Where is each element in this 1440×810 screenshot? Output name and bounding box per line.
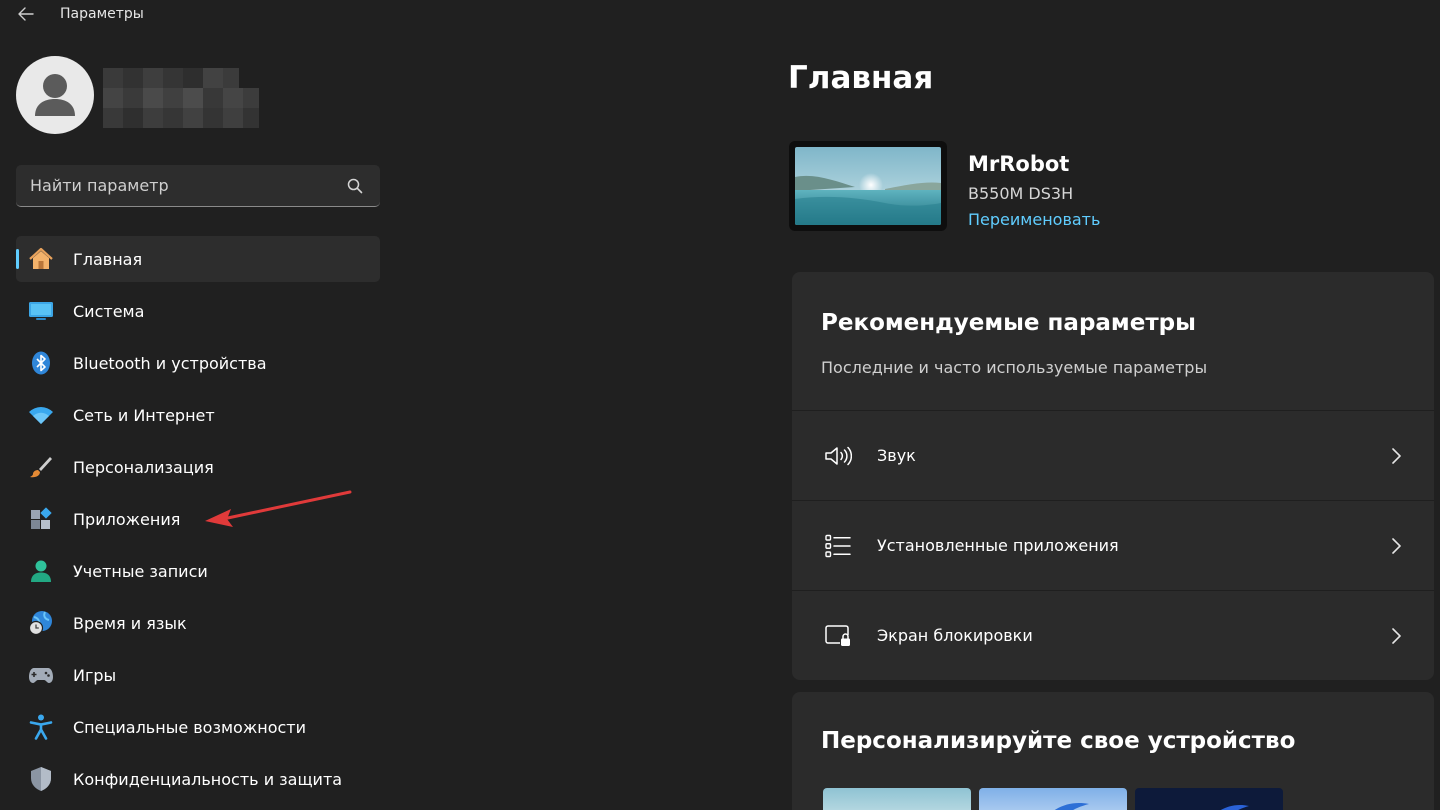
recommended-row-lock-screen[interactable]: Экран блокировки bbox=[792, 590, 1434, 680]
chevron-right-icon bbox=[1392, 538, 1401, 554]
arrow-left-icon bbox=[18, 7, 34, 21]
sidebar-item-time-language[interactable]: Время и язык bbox=[16, 600, 380, 646]
sidebar-item-accounts[interactable]: Учетные записи bbox=[16, 548, 380, 594]
rename-link[interactable]: Переименовать bbox=[968, 210, 1100, 229]
user-avatar-icon bbox=[35, 74, 75, 116]
sidebar-item-label: Персонализация bbox=[73, 457, 214, 477]
apps-icon bbox=[28, 507, 54, 531]
recommended-row-installed-apps[interactable]: Установленные приложения bbox=[792, 500, 1434, 590]
row-label: Установленные приложения bbox=[877, 536, 1119, 555]
sidebar-item-label: Сеть и Интернет bbox=[73, 405, 215, 425]
app-title: Параметры bbox=[60, 6, 144, 22]
sidebar-item-label: Система bbox=[73, 301, 145, 321]
gamepad-icon bbox=[28, 663, 54, 687]
sidebar-item-privacy[interactable]: Конфиденциальность и защита bbox=[16, 756, 380, 802]
personalize-card: Персонализируйте свое устройство bbox=[792, 692, 1434, 810]
theme-thumbnail[interactable] bbox=[1135, 788, 1283, 810]
lock-screen-icon bbox=[824, 623, 852, 649]
recommended-settings-card: Рекомендуемые параметры Последние и част… bbox=[792, 272, 1434, 680]
row-label: Звук bbox=[877, 446, 916, 465]
sidebar-item-label: Bluetooth и устройства bbox=[73, 353, 267, 373]
sidebar-item-label: Игры bbox=[73, 665, 117, 685]
device-thumbnail bbox=[789, 141, 947, 231]
sidebar-item-bluetooth[interactable]: Bluetooth и устройства bbox=[16, 340, 380, 386]
bloom-wallpaper-dark bbox=[1221, 805, 1249, 810]
wallpaper-preview bbox=[795, 147, 941, 225]
settings-window: Параметры Найти параметр Главная Система… bbox=[0, 0, 1440, 810]
avatar[interactable] bbox=[16, 56, 94, 134]
sidebar-item-label: Время и язык bbox=[73, 613, 187, 633]
search-box bbox=[16, 165, 380, 207]
search-icon[interactable] bbox=[346, 177, 364, 195]
card-title: Рекомендуемые параметры bbox=[821, 310, 1196, 336]
back-button[interactable] bbox=[12, 2, 40, 26]
account-icon bbox=[28, 559, 54, 583]
sidebar-item-network[interactable]: Сеть и Интернет bbox=[16, 392, 380, 438]
speaker-icon bbox=[824, 443, 852, 469]
title-bar: Параметры bbox=[0, 0, 1440, 30]
page-title: Главная bbox=[788, 60, 934, 96]
card-title: Персонализируйте свое устройство bbox=[821, 728, 1296, 754]
theme-thumbnail[interactable] bbox=[979, 788, 1127, 810]
chevron-right-icon bbox=[1392, 448, 1401, 464]
wifi-icon bbox=[28, 403, 54, 427]
sidebar-item-gaming[interactable]: Игры bbox=[16, 652, 380, 698]
sidebar-item-system[interactable]: Система bbox=[16, 288, 380, 334]
bloom-wallpaper bbox=[1055, 803, 1089, 810]
search-input[interactable] bbox=[16, 165, 336, 205]
sidebar-item-personalization[interactable]: Персонализация bbox=[16, 444, 380, 490]
annotation-arrow bbox=[205, 490, 352, 527]
sidebar-item-label: Специальные возможности bbox=[73, 717, 307, 737]
recommended-row-sound[interactable]: Звук bbox=[792, 410, 1434, 500]
home-icon bbox=[28, 247, 54, 271]
monitor-icon bbox=[28, 299, 54, 323]
card-subtitle: Последние и часто используемые параметры bbox=[821, 358, 1208, 377]
bluetooth-icon bbox=[28, 351, 54, 375]
row-label: Экран блокировки bbox=[877, 626, 1033, 645]
accessibility-icon bbox=[28, 714, 54, 740]
device-name: MrRobot bbox=[968, 152, 1070, 176]
sidebar-item-accessibility[interactable]: Специальные возможности bbox=[16, 704, 380, 750]
sidebar-item-label: Учетные записи bbox=[73, 561, 208, 581]
sidebar-item-home[interactable]: Главная bbox=[16, 236, 380, 282]
globe-clock-icon bbox=[28, 611, 54, 636]
shield-icon bbox=[28, 767, 54, 791]
chevron-right-icon bbox=[1392, 628, 1401, 644]
sidebar-item-label: Конфиденциальность и защита bbox=[73, 769, 343, 789]
theme-thumbnail[interactable] bbox=[823, 788, 971, 810]
sidebar-item-label: Приложения bbox=[73, 509, 181, 529]
pixelated-user-name bbox=[103, 68, 259, 128]
device-model: B550M DS3H bbox=[968, 184, 1074, 203]
app-list-icon bbox=[824, 533, 852, 559]
brush-icon bbox=[28, 455, 54, 479]
sidebar-item-label: Главная bbox=[73, 249, 143, 269]
